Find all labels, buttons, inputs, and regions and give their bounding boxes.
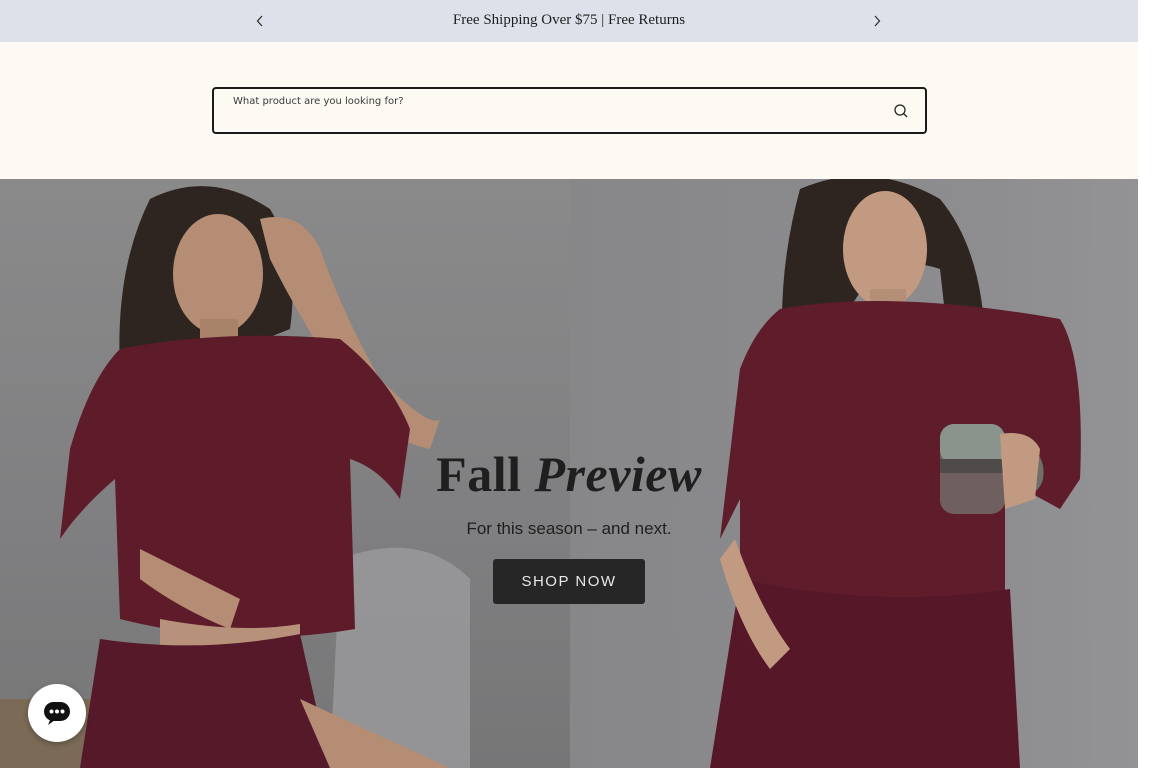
chevron-right-icon — [874, 15, 881, 27]
chat-bubble-icon — [44, 702, 70, 725]
shop-now-button[interactable]: SHOP NOW — [493, 559, 645, 604]
chat-widget-button[interactable] — [28, 684, 86, 742]
hero-title-italic: Preview — [534, 446, 702, 502]
announcement-bar: Free Shipping Over $75 | Free Returns — [0, 0, 1138, 42]
search-input[interactable] — [214, 89, 874, 132]
search-icon — [894, 104, 908, 118]
page: Free Shipping Over $75 | Free Returns Wh… — [0, 0, 1138, 768]
announcement-message: Free Shipping Over $75 | Free Returns — [452, 12, 686, 28]
header — [0, 42, 1138, 179]
hero-title-plain: Fall — [436, 446, 522, 502]
scrollbar-track[interactable] — [1138, 0, 1152, 768]
search-box — [212, 87, 927, 134]
hero-title: Fall Preview — [0, 445, 1138, 503]
announcement-next-button[interactable] — [866, 10, 888, 32]
search-button[interactable] — [891, 101, 911, 121]
hero-content: Fall Preview For this season – and next.… — [0, 179, 1138, 768]
hero-subtitle: For this season – and next. — [466, 519, 672, 538]
hero-banner[interactable]: Fall Preview For this season – and next.… — [0, 179, 1138, 768]
